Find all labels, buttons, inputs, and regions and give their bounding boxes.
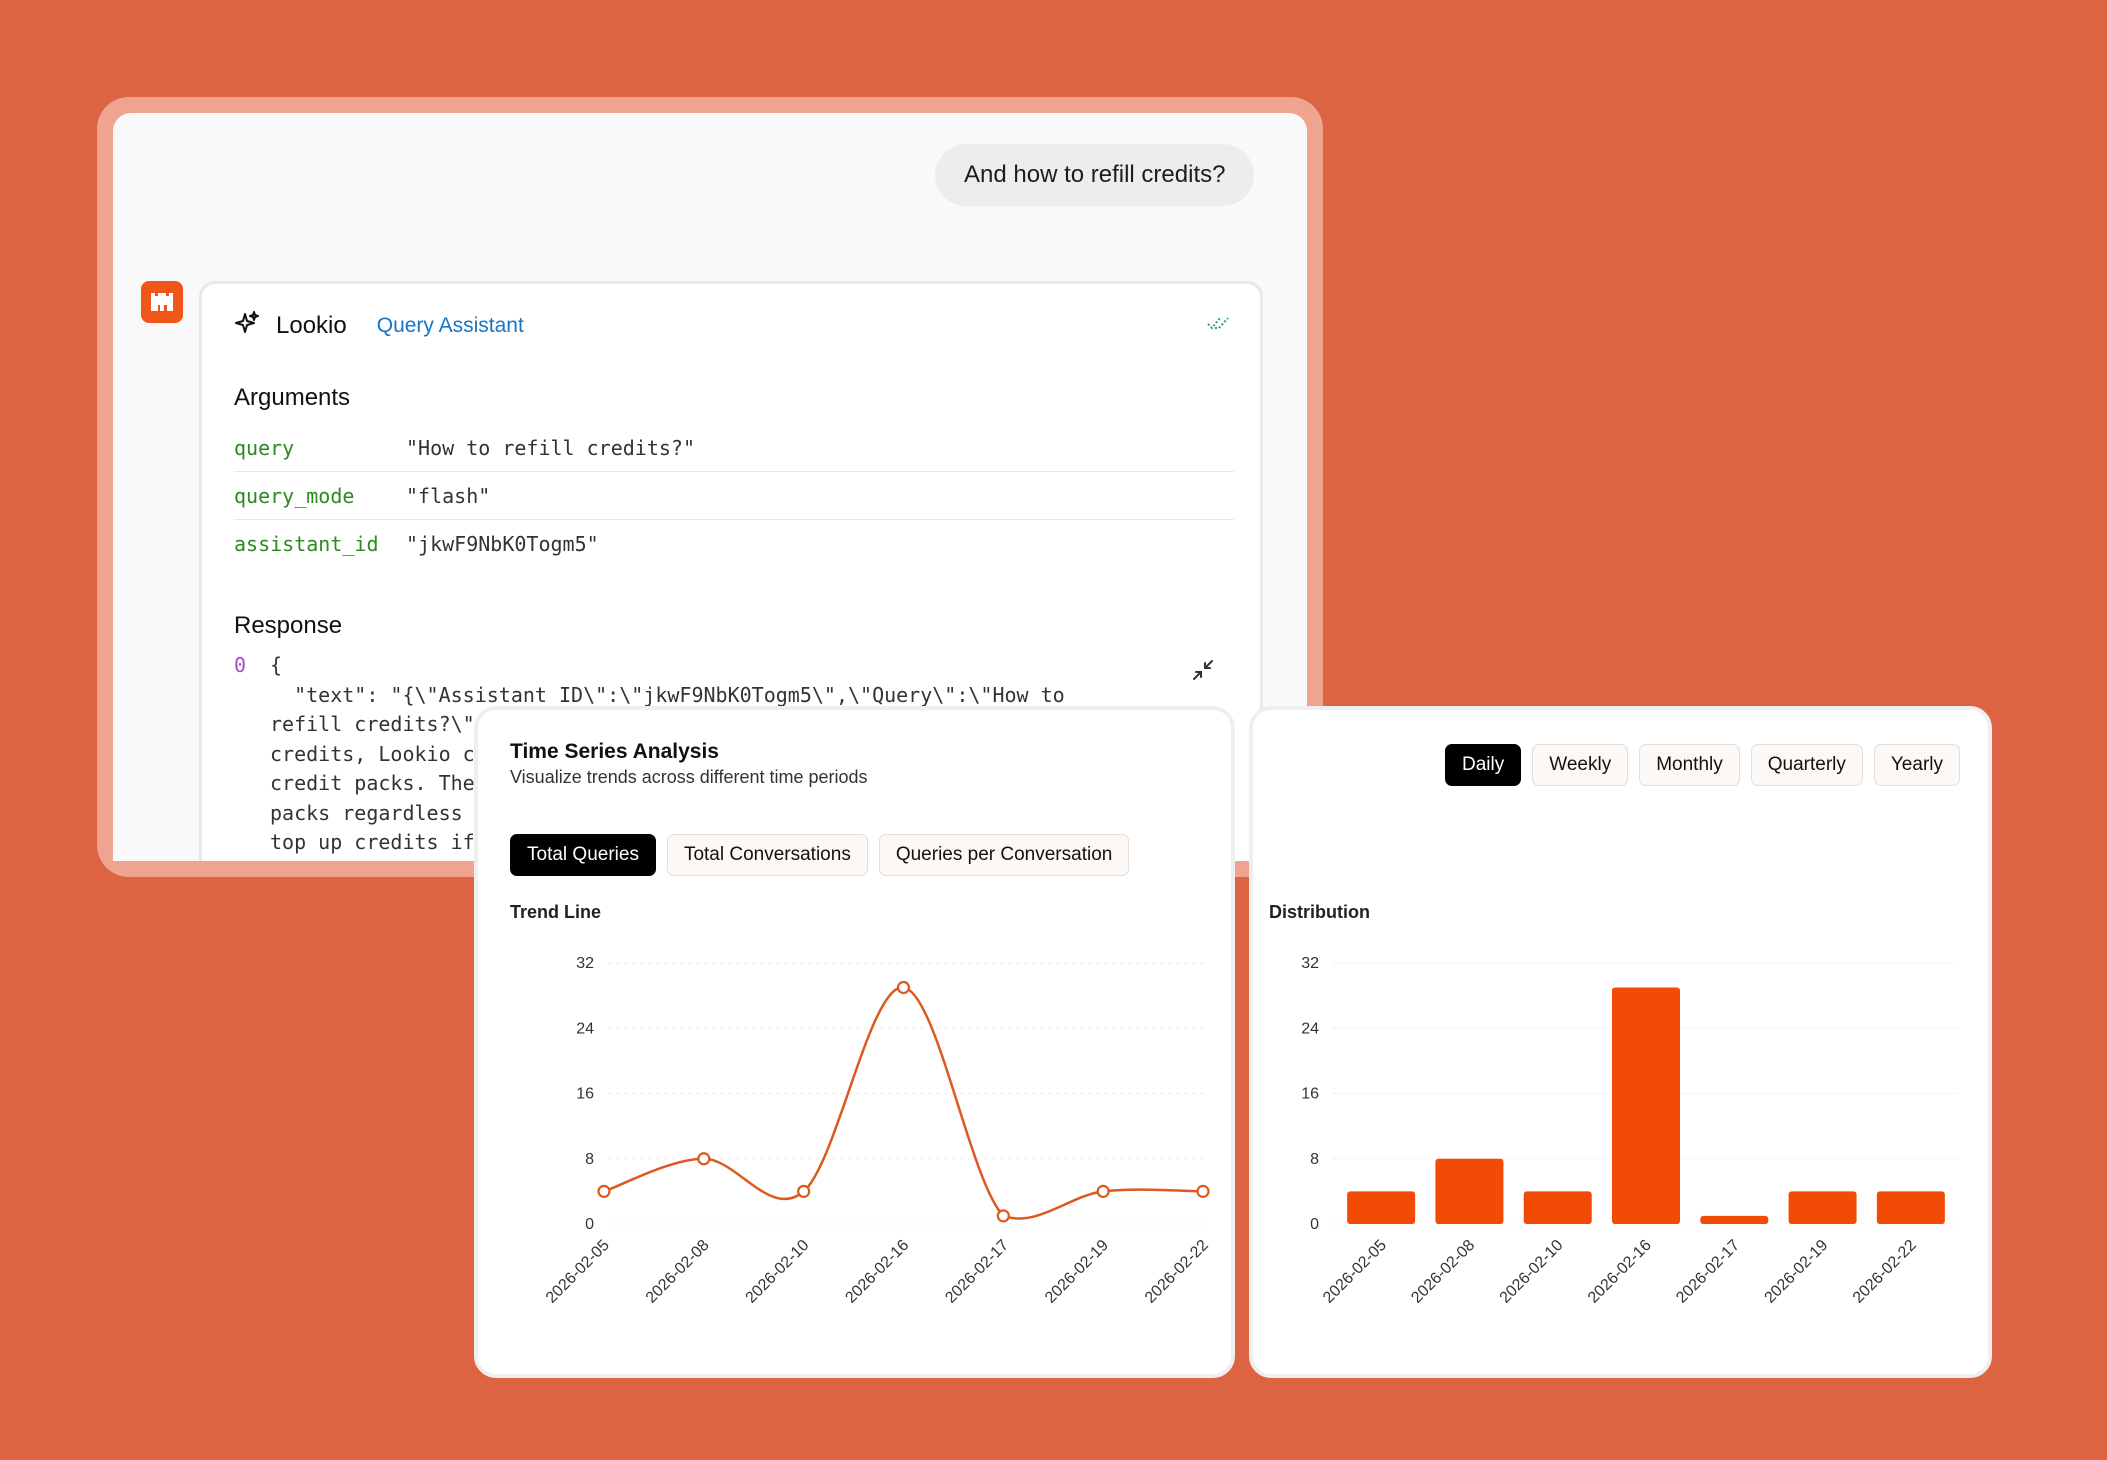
tool-name: Lookio bbox=[276, 311, 347, 339]
double-check-icon bbox=[1206, 314, 1230, 337]
y-tick-label: 32 bbox=[576, 955, 594, 972]
data-point bbox=[996, 1209, 1010, 1223]
x-tick-label: 2026-02-16 bbox=[1585, 1237, 1655, 1307]
tool-tag-link[interactable]: Query Assistant bbox=[377, 314, 524, 338]
bar bbox=[1435, 1158, 1504, 1224]
x-tick-label: 2026-02-19 bbox=[1762, 1237, 1832, 1307]
distribution-panel: Daily Weekly Monthly Quarterly Yearly Di… bbox=[1249, 706, 1992, 1378]
x-tick-label: 2026-02-08 bbox=[1408, 1237, 1478, 1307]
argument-key: query bbox=[234, 435, 295, 460]
x-tick-label: 2026-02-16 bbox=[842, 1237, 912, 1307]
bar bbox=[1612, 987, 1680, 1224]
x-tick-label: 2026-02-22 bbox=[1142, 1237, 1212, 1307]
y-tick-label: 24 bbox=[1301, 1020, 1319, 1037]
trend-line-chart: 0 8 16 24 32 2026-02-05 2026-02-08 2026-02-10 20… bbox=[543, 955, 1212, 1307]
data-point bbox=[597, 1184, 611, 1198]
trend-line-series bbox=[603, 986, 1204, 1220]
x-tick-label: 2026-02-05 bbox=[1320, 1237, 1390, 1307]
user-message-bubble: And how to refill credits? bbox=[935, 144, 1255, 206]
bar bbox=[1347, 1191, 1416, 1224]
argument-value: "jkwF9NbK0Togm5" bbox=[406, 531, 599, 556]
bar bbox=[1700, 1215, 1769, 1224]
data-point bbox=[1196, 1184, 1210, 1198]
tool-call-header: Lookio Query Assistant bbox=[234, 310, 524, 341]
x-tick-label: 2026-02-17 bbox=[942, 1237, 1012, 1307]
response-title: Response bbox=[234, 612, 343, 639]
argument-key: assistant_id bbox=[234, 531, 379, 556]
argument-value: "flash" bbox=[406, 483, 491, 508]
data-point bbox=[797, 1184, 811, 1198]
argument-row: assistant_id "jkwF9NbK0Togm5" bbox=[234, 520, 1234, 567]
data-point bbox=[697, 1152, 711, 1166]
y-tick-label: 16 bbox=[1301, 1086, 1319, 1103]
arguments-title: Arguments bbox=[234, 384, 351, 411]
argument-value: "How to refill credits?" bbox=[406, 435, 695, 460]
data-point bbox=[1096, 1184, 1110, 1198]
data-point bbox=[896, 980, 911, 995]
x-tick-label: 2026-02-17 bbox=[1673, 1237, 1743, 1307]
y-tick-label: 0 bbox=[1310, 1216, 1319, 1233]
distribution-bar-chart: 0 8 16 24 32 2026-02-05 2026-02-08 2026-02-10 20… bbox=[1301, 955, 1959, 1307]
y-tick-label: 24 bbox=[576, 1020, 594, 1037]
y-tick-label: 16 bbox=[576, 1086, 594, 1103]
collapse-icon[interactable] bbox=[1192, 659, 1214, 686]
response-index: 0 bbox=[234, 653, 247, 677]
lookio-logo-icon bbox=[141, 281, 183, 323]
argument-row: query "How to refill credits?" bbox=[234, 424, 1234, 472]
time-series-panel: Time Series Analysis Visualize trends ac… bbox=[474, 706, 1235, 1378]
x-tick-label: 2026-02-22 bbox=[1850, 1237, 1920, 1307]
bar bbox=[1876, 1191, 1945, 1224]
argument-row: query_mode "flash" bbox=[234, 472, 1234, 520]
sparkle-icon bbox=[234, 310, 260, 341]
x-tick-label: 2026-02-19 bbox=[1042, 1237, 1112, 1307]
argument-key: query_mode bbox=[234, 483, 355, 508]
y-tick-label: 0 bbox=[585, 1216, 594, 1233]
y-tick-label: 8 bbox=[585, 1151, 594, 1168]
x-tick-label: 2026-02-08 bbox=[643, 1237, 713, 1307]
x-tick-label: 2026-02-05 bbox=[543, 1237, 613, 1307]
x-tick-label: 2026-02-10 bbox=[1497, 1237, 1567, 1307]
bar bbox=[1788, 1191, 1857, 1224]
y-tick-label: 8 bbox=[1310, 1151, 1319, 1168]
y-tick-label: 32 bbox=[1301, 955, 1319, 972]
arguments-table: query "How to refill credits?" query_mod… bbox=[234, 424, 1234, 567]
bar bbox=[1523, 1191, 1592, 1224]
x-tick-label: 2026-02-10 bbox=[743, 1237, 813, 1307]
